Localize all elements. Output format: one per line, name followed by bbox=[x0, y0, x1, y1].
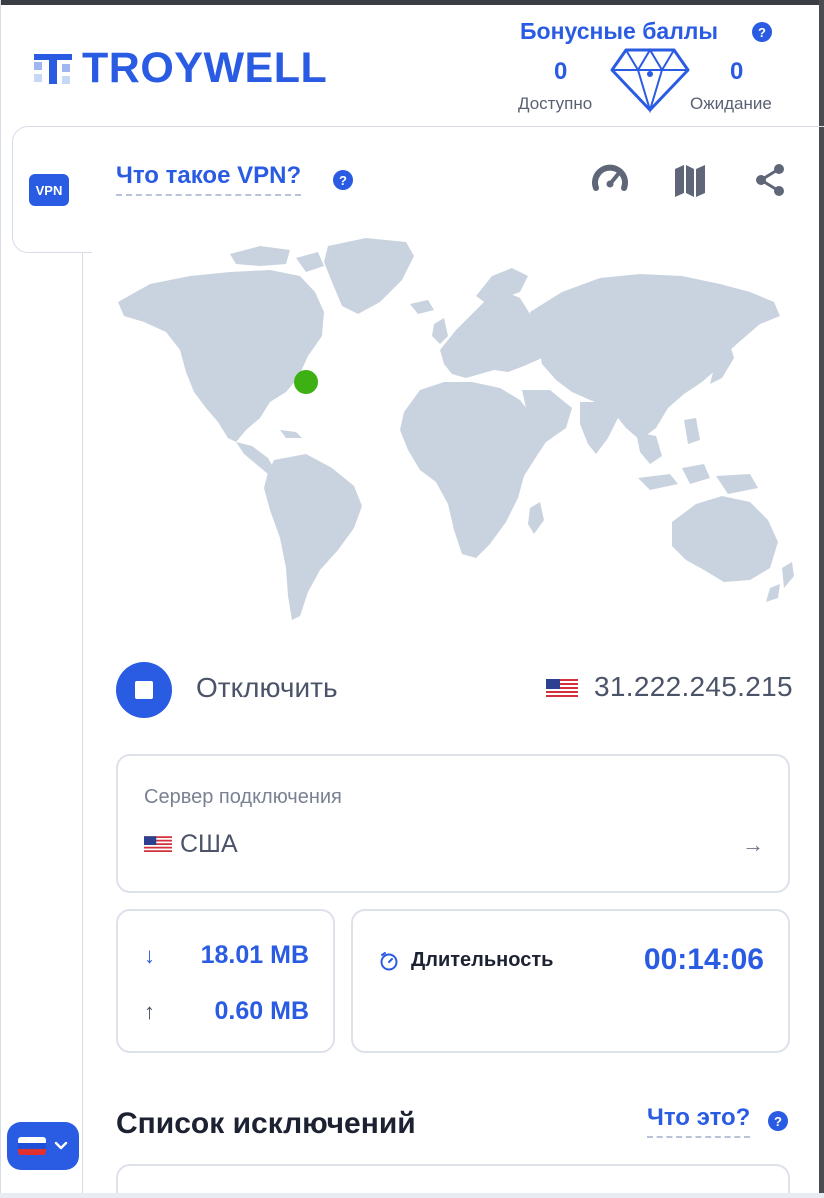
server-label: Сервер подключения bbox=[144, 786, 342, 808]
share-icon[interactable] bbox=[750, 160, 790, 200]
server-selector[interactable]: Сервер подключения США → bbox=[116, 754, 790, 893]
exclusions-help-icon[interactable]: ? bbox=[768, 1111, 788, 1131]
duration-label: Длительность bbox=[411, 949, 554, 971]
disconnect-label[interactable]: Отключить bbox=[196, 672, 338, 704]
traffic-stats: ↓ 18.01 MB ↑ 0.60 MB bbox=[116, 909, 335, 1053]
window-bottom-border bbox=[0, 1193, 824, 1198]
bonus-title: Бонусные баллы bbox=[520, 18, 719, 44]
speedometer-icon[interactable] bbox=[590, 160, 630, 200]
bonus-available-value: 0 bbox=[554, 58, 568, 85]
location-marker bbox=[294, 370, 318, 394]
timer-icon bbox=[380, 952, 398, 971]
tab-joiner bbox=[82, 127, 94, 252]
duration-stats: Длительность 00:14:06 bbox=[351, 909, 790, 1053]
server-country: США bbox=[180, 830, 238, 858]
arrow-right-icon: → bbox=[742, 832, 764, 857]
us-flag-icon bbox=[546, 679, 578, 699]
upload-value: 0.60 MB bbox=[214, 997, 309, 1025]
bonus-available-label: Доступно bbox=[518, 94, 593, 113]
map-icon[interactable] bbox=[670, 160, 710, 200]
server-value: США bbox=[144, 830, 238, 859]
bonus-pending-value: 0 bbox=[730, 58, 744, 85]
chevron-down-icon bbox=[54, 1141, 68, 1150]
world-map bbox=[118, 238, 794, 620]
brand-name: TROYWELL bbox=[82, 43, 328, 92]
panel-top-border bbox=[92, 126, 824, 127]
diamond-icon bbox=[610, 48, 690, 114]
bonus-points-widget[interactable]: Бонусные баллы ? 0 Доступно 0 Ожидание bbox=[512, 14, 802, 118]
troywell-logo-icon bbox=[34, 54, 72, 84]
what-is-this-link[interactable]: Что это? bbox=[647, 1104, 751, 1138]
window-left-border bbox=[0, 0, 1, 1198]
brand-logo: TROYWELL bbox=[32, 38, 327, 98]
ip-address: 31.222.245.215 bbox=[594, 671, 793, 702]
window-top-border bbox=[0, 0, 824, 5]
vpn-help-icon[interactable]: ? bbox=[333, 170, 353, 190]
vpn-tab-icon[interactable]: VPN bbox=[29, 174, 69, 206]
stop-icon bbox=[135, 681, 153, 699]
sidebar-divider bbox=[82, 252, 83, 1198]
download-value: 18.01 MB bbox=[200, 941, 309, 969]
window-right-border bbox=[819, 0, 824, 1198]
upload-arrow-icon: ↑ bbox=[144, 999, 155, 1024]
exclusions-title: Список исключений bbox=[116, 1107, 416, 1140]
language-dropdown[interactable] bbox=[7, 1122, 79, 1170]
duration-value: 00:14:06 bbox=[643, 943, 764, 976]
bonus-pending-label: Ожидание bbox=[690, 94, 772, 113]
us-flag-icon bbox=[144, 835, 172, 854]
bonus-help-icon[interactable]: ? bbox=[752, 22, 772, 42]
what-is-vpn-link[interactable]: Что такое VPN? bbox=[116, 162, 302, 196]
ru-flag-icon bbox=[18, 1137, 46, 1155]
download-arrow-icon: ↓ bbox=[144, 943, 155, 968]
disconnect-button[interactable] bbox=[116, 662, 172, 718]
